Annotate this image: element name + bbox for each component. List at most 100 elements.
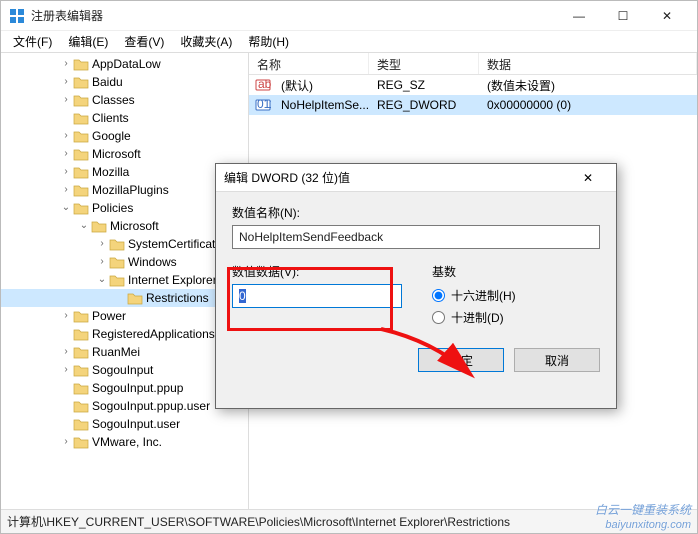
svg-text:011: 011 <box>257 97 271 111</box>
tree-item-sogouinput-user[interactable]: SogouInput.user <box>1 415 248 433</box>
tree-item-microsoft[interactable]: ›Microsoft <box>1 145 248 163</box>
tree-item-label: Windows <box>128 255 177 269</box>
radio-hex-label: 十六进制(H) <box>451 287 516 304</box>
dialog-close-button[interactable]: ✕ <box>568 164 608 192</box>
tree-item-label: SogouInput <box>92 363 153 377</box>
minimize-icon: — <box>573 9 585 23</box>
tree-item-restrictions[interactable]: Restrictions <box>1 289 248 307</box>
tree-item-systemcertificates[interactable]: › SystemCertificates <box>1 235 248 253</box>
window-title: 注册表编辑器 <box>31 7 557 24</box>
tree-item-policies[interactable]: ⌄Policies <box>1 199 248 217</box>
tree-item-label: Internet Explorer <box>128 273 217 287</box>
chevron-down-icon[interactable]: ⌄ <box>95 273 109 287</box>
menu-favorites[interactable]: 收藏夹(A) <box>172 31 240 52</box>
tree-item-label: Power <box>92 309 126 323</box>
menu-bar: 文件(F) 编辑(E) 查看(V) 收藏夹(A) 帮助(H) <box>1 31 697 53</box>
tree-item-label: Google <box>92 129 131 143</box>
chevron-right-icon[interactable]: › <box>59 147 73 161</box>
col-name[interactable]: 名称 <box>249 53 369 74</box>
folder-icon <box>109 273 125 287</box>
radio-dec-label: 十进制(D) <box>451 309 504 326</box>
radio-dec[interactable] <box>432 311 445 324</box>
cancel-button[interactable]: 取消 <box>514 348 600 372</box>
tree-item-vmware-inc-[interactable]: ›VMware, Inc. <box>1 433 248 451</box>
folder-icon <box>73 75 89 89</box>
chevron-right-icon[interactable]: › <box>59 309 73 323</box>
folder-icon <box>73 147 89 161</box>
tree-item-sogouinput-ppup[interactable]: SogouInput.ppup <box>1 379 248 397</box>
chevron-right-icon[interactable]: › <box>59 363 73 377</box>
col-type[interactable]: 类型 <box>369 53 479 74</box>
menu-edit[interactable]: 编辑(E) <box>60 31 116 52</box>
chevron-right-icon[interactable]: › <box>95 255 109 269</box>
folder-icon <box>73 363 89 377</box>
tree-item-mozilla[interactable]: › Mozilla <box>1 163 248 181</box>
tree-item-label: SystemCertificates <box>128 237 228 251</box>
tree-item-classes[interactable]: ›Classes <box>1 91 248 109</box>
col-data[interactable]: 数据 <box>479 53 697 74</box>
tree-item-label: AppDataLow <box>92 57 161 71</box>
minimize-button[interactable]: — <box>557 1 601 31</box>
tree-item-clients[interactable]: Clients <box>1 109 248 127</box>
statusbar: 计算机\HKEY_CURRENT_USER\SOFTWARE\Policies\… <box>1 509 697 533</box>
close-icon: ✕ <box>583 171 593 185</box>
chevron-right-icon[interactable]: › <box>59 75 73 89</box>
chevron-right-icon[interactable]: › <box>59 345 73 359</box>
dialog-titlebar[interactable]: 编辑 DWORD (32 位)值 ✕ <box>216 164 616 192</box>
folder-icon <box>73 309 89 323</box>
tree-item-label: SogouInput.ppup <box>92 381 183 395</box>
tree-item-mozillaplugins[interactable]: › MozillaPlugins <box>1 181 248 199</box>
tree-item-registeredapplications[interactable]: RegisteredApplications <box>1 325 248 343</box>
list-row[interactable]: ab(默认)REG_SZ(数值未设置) <box>249 75 697 95</box>
cell-data: 0x00000000 (0) <box>479 98 697 112</box>
tree-item-google[interactable]: › Google <box>1 127 248 145</box>
watermark-line2: baiyunxitong.com <box>595 519 691 531</box>
maximize-icon: ☐ <box>618 9 629 23</box>
menu-view[interactable]: 查看(V) <box>116 31 172 52</box>
tree-item-label: SogouInput.ppup.user <box>92 399 210 413</box>
radio-dec-row[interactable]: 十进制(D) <box>432 306 600 328</box>
value-data-input[interactable] <box>232 284 402 308</box>
chevron-right-icon[interactable]: › <box>59 57 73 71</box>
folder-icon <box>73 381 89 395</box>
tree-item-power[interactable]: › Power <box>1 307 248 325</box>
radio-hex[interactable] <box>432 289 445 302</box>
tree-item-microsoft[interactable]: ⌄Microsoft <box>1 217 248 235</box>
watermark: 白云一键重装系统 baiyunxitong.com <box>595 501 691 531</box>
tree-item-sogouinput-ppup-user[interactable]: SogouInput.ppup.user <box>1 397 248 415</box>
chevron-down-icon[interactable]: ⌄ <box>77 219 91 233</box>
chevron-right-icon[interactable]: › <box>59 93 73 107</box>
value-name-label: 数值名称(N): <box>232 204 600 221</box>
chevron-right-icon[interactable]: › <box>59 183 73 197</box>
maximize-button[interactable]: ☐ <box>601 1 645 31</box>
chevron-right-icon[interactable]: › <box>59 129 73 143</box>
cell-name: (默认) <box>273 77 369 94</box>
tree-item-label: Mozilla <box>92 165 129 179</box>
radio-hex-row[interactable]: 十六进制(H) <box>432 284 600 306</box>
tree-item-ruanmei[interactable]: ›RuanMei <box>1 343 248 361</box>
edit-dword-dialog: 编辑 DWORD (32 位)值 ✕ 数值名称(N): 数值数据(V): 基数 … <box>215 163 617 409</box>
menu-help[interactable]: 帮助(H) <box>240 31 297 52</box>
tree-item-appdatalow[interactable]: › AppDataLow <box>1 55 248 73</box>
list-row[interactable]: 011NoHelpItemSe...REG_DWORD0x00000000 (0… <box>249 95 697 115</box>
tree-item-windows[interactable]: › Windows <box>1 253 248 271</box>
tree-pane[interactable]: ›AppDataLow›Baidu›ClassesClients›Google›… <box>1 53 249 509</box>
chevron-right-icon[interactable]: › <box>95 237 109 251</box>
chevron-right-icon[interactable]: › <box>59 435 73 449</box>
svg-text:ab: ab <box>258 77 271 91</box>
chevron-down-icon[interactable]: ⌄ <box>59 201 73 215</box>
chevron-right-icon[interactable]: › <box>59 165 73 179</box>
tree-item-sogouinput[interactable]: › SogouInput <box>1 361 248 379</box>
cell-type: REG_DWORD <box>369 98 479 112</box>
tree-item-baidu[interactable]: ›Baidu <box>1 73 248 91</box>
ok-button[interactable]: 确定 <box>418 348 504 372</box>
tree-item-internet-explorer[interactable]: ⌄ Internet Explorer <box>1 271 248 289</box>
folder-icon <box>73 345 89 359</box>
tree-item-label: MozillaPlugins <box>92 183 169 197</box>
close-button[interactable]: ✕ <box>645 1 689 31</box>
statusbar-path: 计算机\HKEY_CURRENT_USER\SOFTWARE\Policies\… <box>7 513 510 530</box>
menu-file[interactable]: 文件(F) <box>5 31 60 52</box>
folder-icon <box>73 129 89 143</box>
folder-icon <box>73 183 89 197</box>
value-name-input[interactable] <box>232 225 600 249</box>
